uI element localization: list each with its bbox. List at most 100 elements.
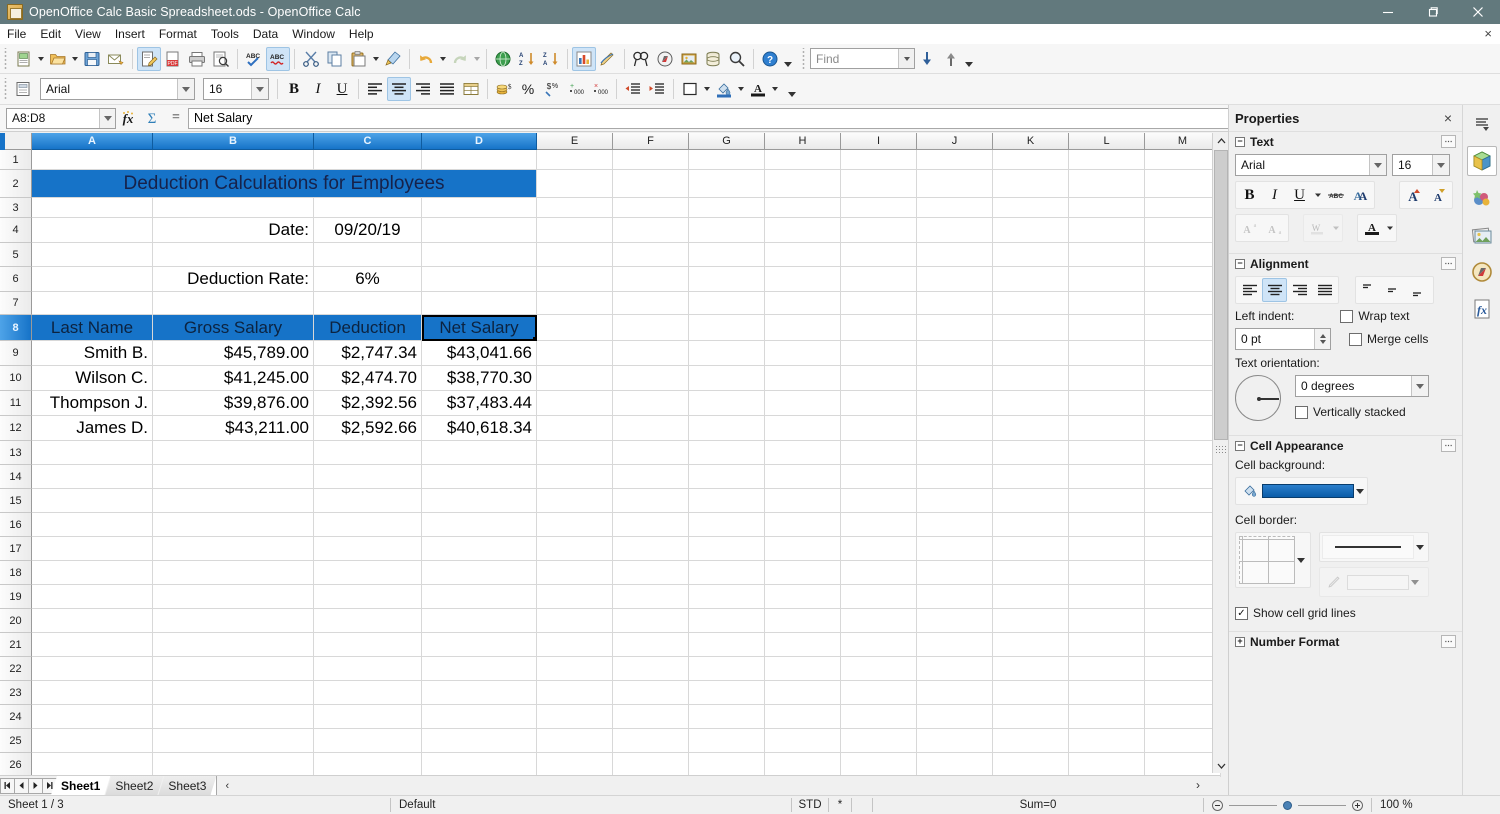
- cell-L17[interactable]: [1069, 537, 1145, 561]
- cell-A15[interactable]: [32, 489, 153, 513]
- row-header-26[interactable]: 26: [0, 753, 32, 777]
- cell-C10[interactable]: $2,474.70: [314, 366, 422, 391]
- font-name-dropdown-icon[interactable]: [177, 79, 194, 99]
- save-document-icon[interactable]: [80, 47, 104, 71]
- sidebar-italic-button[interactable]: I: [1262, 183, 1287, 207]
- cell-H1[interactable]: [765, 150, 841, 170]
- cell-L22[interactable]: [1069, 657, 1145, 681]
- cell-I9[interactable]: [841, 341, 917, 366]
- cell-K5[interactable]: [993, 243, 1069, 267]
- cell-C5[interactable]: [314, 243, 422, 267]
- font-size-combo[interactable]: 16: [203, 78, 269, 100]
- cell-J12[interactable]: [917, 416, 993, 441]
- cell-K14[interactable]: [993, 465, 1069, 489]
- select-all-corner[interactable]: [0, 133, 32, 150]
- cell-E15[interactable]: [537, 489, 613, 513]
- cell-A24[interactable]: [32, 705, 153, 729]
- gallery-icon[interactable]: [677, 47, 701, 71]
- cell-E23[interactable]: [537, 681, 613, 705]
- cell-E26[interactable]: [537, 753, 613, 777]
- cell-D19[interactable]: [422, 585, 537, 609]
- cell-A17[interactable]: [32, 537, 153, 561]
- cell-C1[interactable]: [314, 150, 422, 170]
- copy-icon[interactable]: [323, 47, 347, 71]
- cell-E21[interactable]: [537, 633, 613, 657]
- cell-M23[interactable]: [1145, 681, 1221, 705]
- cell-C25[interactable]: [314, 729, 422, 753]
- cell-M13[interactable]: [1145, 441, 1221, 465]
- cell-I4[interactable]: [841, 218, 917, 243]
- row-header-4[interactable]: 4: [0, 218, 32, 243]
- column-header-d[interactable]: D: [422, 133, 537, 150]
- border-color-dropdown-icon[interactable]: [1409, 571, 1421, 593]
- cell-L16[interactable]: [1069, 513, 1145, 537]
- increase-font-size-icon[interactable]: A: [1401, 183, 1426, 207]
- cell-A12[interactable]: James D.: [32, 416, 153, 441]
- minimize-button[interactable]: [1365, 0, 1410, 24]
- cell-F4[interactable]: [613, 218, 689, 243]
- menu-file[interactable]: File: [0, 25, 33, 43]
- edit-file-icon[interactable]: [137, 46, 161, 71]
- cell-J21[interactable]: [917, 633, 993, 657]
- cell-F23[interactable]: [613, 681, 689, 705]
- cell-E14[interactable]: [537, 465, 613, 489]
- sort-descending-icon[interactable]: Z A: [539, 47, 563, 71]
- cell-A7[interactable]: [32, 292, 153, 315]
- undo-icon[interactable]: [414, 47, 438, 71]
- cell-H6[interactable]: [765, 267, 841, 292]
- cell-M8[interactable]: [1145, 315, 1221, 341]
- align-center-icon[interactable]: [387, 77, 411, 101]
- zoom-track-right[interactable]: [1298, 804, 1346, 806]
- cell-F19[interactable]: [613, 585, 689, 609]
- cell-E20[interactable]: [537, 609, 613, 633]
- row-header-14[interactable]: 14: [0, 465, 32, 489]
- align-right-icon[interactable]: [411, 77, 435, 101]
- cell-C6[interactable]: 6%: [314, 267, 422, 292]
- cell-K15[interactable]: [993, 489, 1069, 513]
- open-document-dropdown-icon[interactable]: [70, 47, 80, 71]
- text-panel-more-icon[interactable]: ⋯: [1441, 135, 1456, 148]
- cell-C15[interactable]: [314, 489, 422, 513]
- cell-A5[interactable]: [32, 243, 153, 267]
- cell-K6[interactable]: [993, 267, 1069, 292]
- cell-F12[interactable]: [613, 416, 689, 441]
- cell-A21[interactable]: [32, 633, 153, 657]
- cell-H22[interactable]: [765, 657, 841, 681]
- cell-L14[interactable]: [1069, 465, 1145, 489]
- left-indent-stepper-icon[interactable]: [1314, 329, 1330, 349]
- cell-K17[interactable]: [993, 537, 1069, 561]
- cell-A19[interactable]: [32, 585, 153, 609]
- cell-D10[interactable]: $38,770.30: [422, 366, 537, 391]
- cell-M6[interactable]: [1145, 267, 1221, 292]
- styles-formatting-icon[interactable]: [12, 77, 36, 101]
- cell-K21[interactable]: [993, 633, 1069, 657]
- cell-I12[interactable]: [841, 416, 917, 441]
- cell-F22[interactable]: [613, 657, 689, 681]
- cell-J2[interactable]: [917, 170, 993, 198]
- cell-H23[interactable]: [765, 681, 841, 705]
- left-indent-spinner[interactable]: 0 pt: [1235, 328, 1331, 350]
- row-header-16[interactable]: 16: [0, 513, 32, 537]
- cell-A8[interactable]: Last Name: [32, 315, 153, 341]
- column-header-i[interactable]: I: [841, 133, 917, 150]
- close-button[interactable]: [1455, 0, 1500, 24]
- cell-B1[interactable]: [153, 150, 314, 170]
- cell-K10[interactable]: [993, 366, 1069, 391]
- cell-H11[interactable]: [765, 391, 841, 416]
- find-next-icon[interactable]: [915, 47, 939, 71]
- cell-J24[interactable]: [917, 705, 993, 729]
- cell-A9[interactable]: Smith B.: [32, 341, 153, 366]
- cell-C14[interactable]: [314, 465, 422, 489]
- cell-B20[interactable]: [153, 609, 314, 633]
- cell-B6[interactable]: Deduction Rate:: [153, 267, 314, 292]
- row-header-18[interactable]: 18: [0, 561, 32, 585]
- row-header-20[interactable]: 20: [0, 609, 32, 633]
- cell-L8[interactable]: [1069, 315, 1145, 341]
- sidebar-font-color-icon[interactable]: A: [1359, 216, 1384, 240]
- maximize-button[interactable]: [1410, 0, 1455, 24]
- format-currency-icon[interactable]: $: [492, 77, 516, 101]
- row-header-23[interactable]: 23: [0, 681, 32, 705]
- cell-E16[interactable]: [537, 513, 613, 537]
- function-wizard-icon[interactable]: fx: [116, 107, 140, 129]
- cell-L13[interactable]: [1069, 441, 1145, 465]
